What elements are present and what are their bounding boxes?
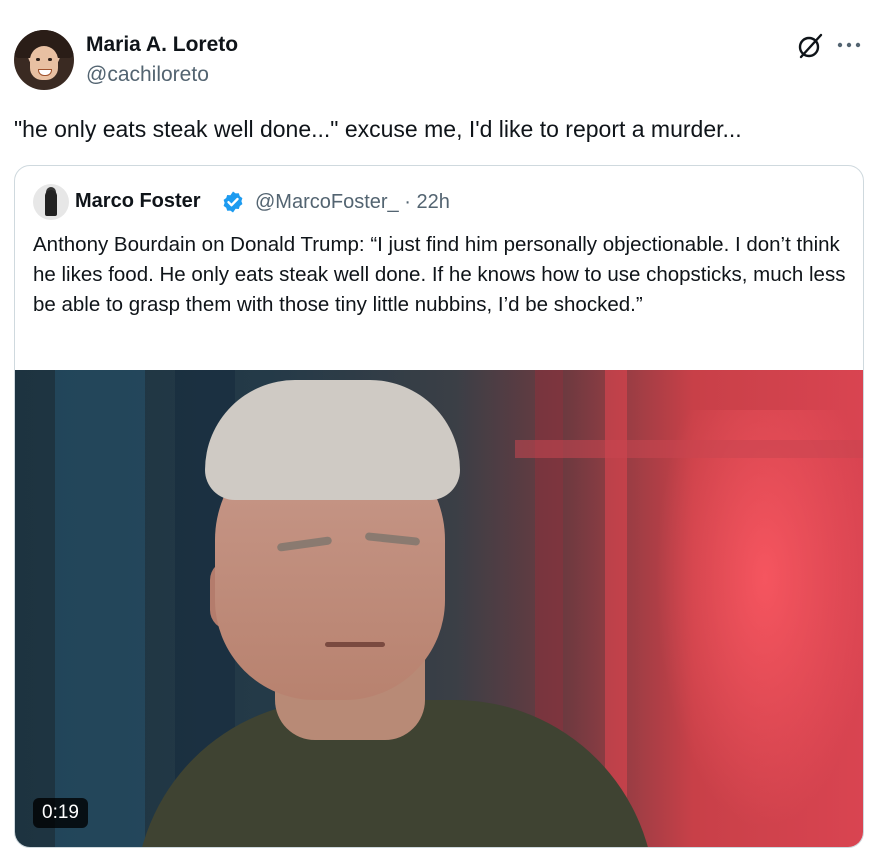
tweet: Maria A. Loreto @cachiloreto "he only ea…	[0, 0, 880, 860]
quote-tweet-card[interactable]: Marco Foster @MarcoFoster_ · 22h Anthony…	[14, 165, 864, 848]
video-duration-badge: 0:19	[33, 798, 88, 828]
avatar-eye	[48, 58, 52, 61]
video-player[interactable]: 0:19	[15, 370, 863, 847]
quote-tweet-text: Anthony Bourdain on Donald Trump: “I jus…	[33, 233, 846, 316]
video-bg-panel	[55, 370, 145, 847]
avatar-eye	[36, 58, 40, 61]
more-icon[interactable]	[837, 40, 861, 50]
video-person-mouth	[325, 642, 385, 647]
video-bg-glow	[655, 410, 863, 830]
author-handle[interactable]: @cachiloreto	[86, 63, 209, 87]
quote-author-avatar[interactable]	[33, 184, 69, 220]
quote-author-handle-time[interactable]: @MarcoFoster_ · 22h	[255, 191, 450, 214]
author-avatar[interactable]	[14, 30, 74, 90]
grok-icon[interactable]	[795, 31, 825, 61]
tweet-text: "he only eats steak well done..." excuse…	[14, 116, 742, 142]
video-bg-bar	[515, 440, 863, 458]
avatar-figure	[45, 190, 57, 216]
verified-badge-icon	[223, 191, 243, 213]
video-person-hair	[205, 380, 460, 500]
quote-author-display-name[interactable]: Marco Foster	[75, 190, 201, 213]
author-display-name[interactable]: Maria A. Loreto	[86, 33, 238, 57]
